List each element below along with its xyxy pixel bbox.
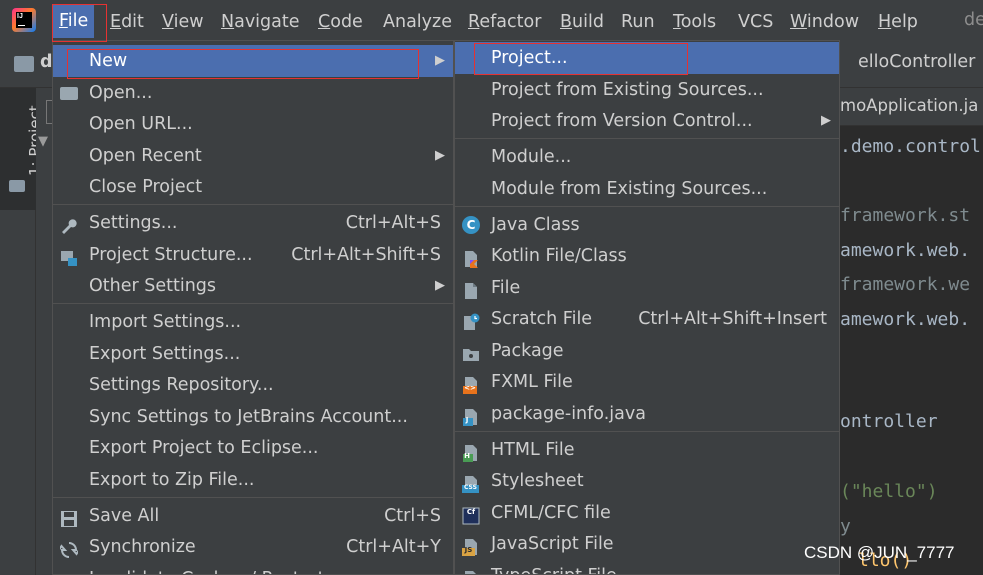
kotlin-file-icon bbox=[462, 247, 480, 268]
menu-window[interactable]: Window bbox=[790, 10, 859, 34]
file-menu-dropdown: New ▶ Open... Open URL... Open Recent ▶ … bbox=[52, 40, 454, 575]
code-line: y bbox=[840, 516, 851, 537]
menu-separator bbox=[53, 303, 453, 304]
code-line: amework.web. bbox=[840, 309, 971, 330]
new-package[interactable]: Package bbox=[455, 335, 839, 367]
menu-separator bbox=[455, 431, 839, 432]
new-cfml-file[interactable]: Cf CFML/CFC file bbox=[455, 497, 839, 529]
menu-separator bbox=[455, 206, 839, 207]
package-icon bbox=[462, 342, 480, 361]
file-menu-sync-settings[interactable]: Sync Settings to JetBrains Account... bbox=[53, 401, 453, 433]
menu-vcs[interactable]: VCS bbox=[738, 10, 773, 34]
code-line: ("hello") bbox=[840, 481, 938, 502]
new-fxml-file[interactable]: <> FXML File bbox=[455, 366, 839, 398]
menu-refactor[interactable]: Refactor bbox=[468, 10, 541, 34]
java-class-icon: C bbox=[462, 216, 480, 234]
menu-build[interactable]: Build bbox=[560, 10, 604, 34]
new-package-info[interactable]: J package-info.java bbox=[455, 398, 839, 430]
scratch-file-icon bbox=[462, 310, 480, 330]
code-line: .demo.control bbox=[840, 136, 981, 157]
tab-hello-controller[interactable]: elloController bbox=[858, 52, 975, 72]
menu-edit[interactable]: Edit bbox=[110, 10, 144, 34]
file-menu-open[interactable]: Open... bbox=[53, 77, 453, 109]
nav-project-label[interactable]: d bbox=[40, 52, 53, 72]
new-file[interactable]: File bbox=[455, 272, 839, 304]
javascript-file-icon: JS bbox=[462, 535, 480, 556]
menu-analyze[interactable]: Analyze bbox=[383, 10, 452, 34]
file-menu-new[interactable]: New ▶ bbox=[53, 45, 453, 77]
cfml-file-icon: Cf bbox=[462, 504, 480, 525]
html-file-icon: H bbox=[462, 441, 480, 462]
code-line: framework.we bbox=[840, 274, 971, 295]
file-menu-save-all[interactable]: Save All Ctrl+S bbox=[53, 500, 453, 532]
new-scratch-file[interactable]: Scratch File Ctrl+Alt+Shift+Insert bbox=[455, 303, 839, 335]
new-kotlin-file[interactable]: Kotlin File/Class bbox=[455, 240, 839, 272]
file-menu-settings[interactable]: Settings... Ctrl+Alt+S bbox=[53, 207, 453, 239]
tab-demo-application[interactable]: moApplication.ja bbox=[840, 96, 978, 115]
menu-navigate[interactable]: Navigate bbox=[221, 10, 300, 34]
file-menu-project-structure[interactable]: Project Structure... Ctrl+Alt+Shift+S bbox=[53, 239, 453, 271]
file-menu-settings-repository[interactable]: Settings Repository... bbox=[53, 369, 453, 401]
wrench-icon bbox=[60, 214, 78, 234]
menu-separator bbox=[53, 204, 453, 205]
watermark-text: CSDN @JUN_7777 bbox=[804, 543, 955, 562]
new-javascript-file[interactable]: JS JavaScript File bbox=[455, 528, 839, 560]
new-project-from-vcs[interactable]: Project from Version Control... ▶ bbox=[455, 105, 839, 137]
new-module-from-existing-sources[interactable]: Module from Existing Sources... bbox=[455, 173, 839, 205]
code-line: amework.web. bbox=[840, 240, 971, 261]
code-line: framework.st bbox=[840, 205, 971, 226]
new-stylesheet[interactable]: CSS Stylesheet bbox=[455, 465, 839, 497]
folder-open-icon bbox=[60, 87, 78, 100]
new-project[interactable]: Project... bbox=[455, 42, 839, 74]
folder-icon bbox=[9, 180, 25, 192]
package-info-icon: J bbox=[462, 405, 480, 426]
file-menu-close-project[interactable]: Close Project bbox=[53, 171, 453, 203]
menu-separator bbox=[53, 497, 453, 498]
new-project-from-existing-sources[interactable]: Project from Existing Sources... bbox=[455, 74, 839, 106]
menu-file[interactable]: File bbox=[53, 5, 95, 38]
file-menu-synchronize[interactable]: Synchronize Ctrl+Alt+Y bbox=[53, 531, 453, 563]
menu-separator bbox=[455, 138, 839, 139]
file-menu-other-settings[interactable]: Other Settings ▶ bbox=[53, 270, 453, 302]
fxml-file-icon: <> bbox=[462, 373, 480, 394]
file-menu-invalidate-caches[interactable]: Invalidate Caches / Restart... bbox=[53, 563, 453, 574]
window-title-fragment: de bbox=[964, 10, 983, 30]
file-menu-export-settings[interactable]: Export Settings... bbox=[53, 338, 453, 370]
typescript-file-icon bbox=[462, 567, 480, 574]
new-java-class[interactable]: C Java Class bbox=[455, 209, 839, 241]
stylesheet-icon: CSS bbox=[462, 472, 480, 493]
save-icon bbox=[60, 507, 78, 527]
file-menu-import-settings[interactable]: Import Settings... bbox=[53, 306, 453, 338]
menu-run[interactable]: Run bbox=[621, 10, 655, 34]
new-submenu: Project... Project from Existing Sources… bbox=[454, 40, 840, 575]
intellij-logo-icon[interactable]: IJ bbox=[12, 8, 36, 32]
folder-icon bbox=[14, 56, 34, 72]
menu-code[interactable]: Code bbox=[318, 10, 363, 34]
menu-view[interactable]: View bbox=[162, 10, 204, 34]
menu-tools[interactable]: Tools bbox=[673, 10, 716, 34]
file-menu-open-url[interactable]: Open URL... bbox=[53, 108, 453, 140]
menu-help[interactable]: Help bbox=[878, 10, 918, 34]
new-html-file[interactable]: H HTML File bbox=[455, 434, 839, 466]
new-typescript-file[interactable]: TypeScript File bbox=[455, 560, 839, 574]
new-module[interactable]: Module... bbox=[455, 141, 839, 173]
file-menu-open-recent[interactable]: Open Recent ▶ bbox=[53, 140, 453, 172]
code-line: ontroller bbox=[840, 411, 938, 432]
file-menu-export-zip[interactable]: Export to Zip File... bbox=[53, 464, 453, 496]
sync-icon bbox=[58, 538, 80, 558]
expand-arrow-icon[interactable]: ▼ bbox=[38, 134, 48, 149]
project-structure-icon bbox=[60, 246, 78, 266]
file-icon bbox=[462, 279, 480, 299]
file-menu-export-eclipse[interactable]: Export Project to Eclipse... bbox=[53, 432, 453, 464]
